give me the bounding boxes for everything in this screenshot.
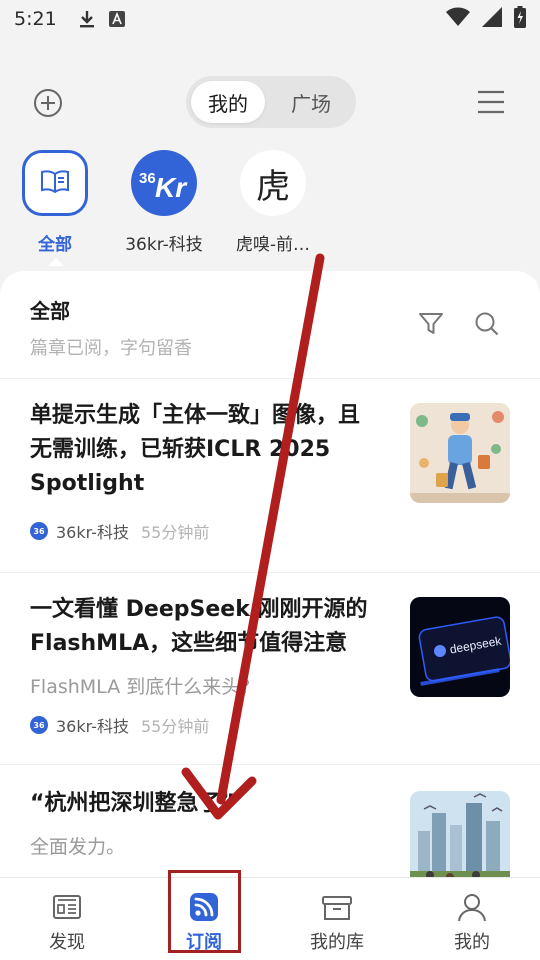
- source-item-huxiu[interactable]: 虎 虎嗅-前…: [218, 150, 328, 255]
- article-item[interactable]: 单提示生成「主体一致」图像，且无需训练，已斩获ICLR 2025 Spotlig…: [0, 378, 540, 572]
- user-icon: [457, 892, 487, 922]
- svg-text:36: 36: [139, 170, 156, 187]
- source-all-avatar: [22, 150, 88, 216]
- article-item[interactable]: “杭州把深圳整急了” 全面发力。: [0, 764, 540, 877]
- source-list: 全部 36 Kr 36kr-科技 虎 虎嗅-前…: [0, 150, 540, 266]
- download-icon: [79, 10, 95, 28]
- article-thumbnail: [410, 791, 510, 877]
- article-summary: 全面发力。: [30, 836, 126, 858]
- huxiu-logo: 虎: [240, 150, 306, 216]
- article-title: 一文看懂 DeepSeek 刚刚开源的 FlashMLA，这些细节值得注意: [30, 597, 368, 656]
- add-subscription-button[interactable]: [33, 88, 63, 118]
- 36kr-source-icon: 36: [30, 716, 48, 734]
- article-time: 55分钟前: [140, 717, 210, 736]
- article-title: 单提示生成「主体一致」图像，且无需训练，已斩获ICLR 2025 Spotlig…: [30, 403, 361, 496]
- tab-mine[interactable]: 我的: [191, 81, 265, 123]
- source-item-36kr[interactable]: 36 Kr 36kr-科技: [109, 150, 219, 255]
- article-source: 36kr-科技: [56, 523, 129, 542]
- nav-label: 我的: [454, 932, 490, 953]
- feed-panel: 全部 篇章已阅，字句留香 单提示生成「主体一致」图像，且无需训练，已斩获ICLR…: [0, 271, 540, 877]
- bottom-nav: 发现 订阅 我的库 我的: [0, 877, 540, 960]
- status-time: 5:21: [14, 8, 57, 30]
- article-source: 36kr-科技: [56, 717, 129, 736]
- nav-label: 我的库: [310, 932, 364, 953]
- article-title: “杭州把深圳整急了”: [30, 791, 235, 816]
- article-time: 55分钟前: [140, 523, 210, 542]
- nav-discover[interactable]: 发现: [12, 878, 122, 960]
- svg-text:Kr: Kr: [155, 172, 188, 203]
- book-icon: [40, 169, 70, 197]
- header: 我的 广场: [0, 74, 540, 130]
- nav-library[interactable]: 我的库: [282, 878, 392, 960]
- panel-header: 全部 篇章已阅，字句留香: [30, 295, 192, 360]
- article-meta: 36 36kr-科技 55分钟前: [30, 519, 209, 543]
- battery-icon: [514, 5, 526, 33]
- wifi-icon: [446, 7, 470, 32]
- signal-icon: [482, 6, 502, 32]
- status-bar: 5:21: [0, 0, 540, 38]
- annotation-highlight-box: [168, 870, 241, 953]
- font-a-icon: [108, 11, 125, 27]
- newspaper-icon: [52, 892, 82, 922]
- article-summary: FlashMLA 到底什么来头?: [30, 676, 251, 698]
- article-item[interactable]: 一文看懂 DeepSeek 刚刚开源的 FlashMLA，这些细节值得注意 Fl…: [0, 572, 540, 764]
- view-switcher: 我的 广场: [186, 76, 356, 128]
- source-item-all[interactable]: 全部: [0, 150, 110, 266]
- article-thumbnail: [410, 403, 510, 503]
- panel-subtitle: 篇章已阅，字句留香: [30, 338, 192, 359]
- source-label: 虎嗅-前…: [235, 235, 311, 255]
- tab-square[interactable]: 广场: [274, 81, 348, 123]
- search-icon[interactable]: [474, 311, 500, 337]
- article-thumbnail: deepseek: [410, 597, 510, 697]
- 36kr-source-icon: 36: [30, 522, 48, 540]
- archive-box-icon: [322, 892, 352, 922]
- source-label: 36kr-科技: [125, 235, 203, 255]
- 36kr-logo: 36 Kr: [131, 150, 197, 216]
- source-label: 全部: [38, 235, 72, 255]
- filter-icon[interactable]: [418, 311, 444, 337]
- selection-pointer: [48, 258, 64, 266]
- menu-button[interactable]: [477, 90, 505, 114]
- nav-label: 发现: [49, 932, 85, 953]
- article-meta: 36 36kr-科技 55分钟前: [30, 713, 209, 737]
- nav-profile[interactable]: 我的: [417, 878, 527, 960]
- panel-title: 全部: [30, 299, 70, 323]
